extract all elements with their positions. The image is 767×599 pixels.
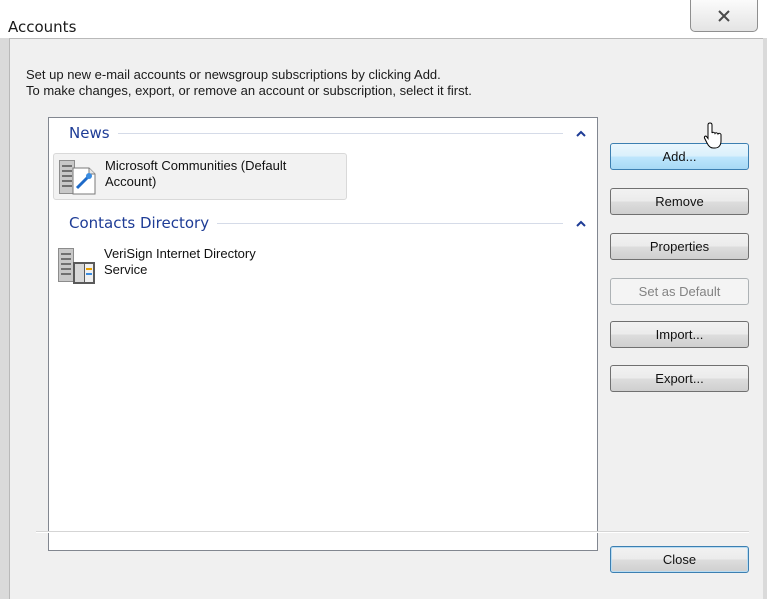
accounts-dialog: Accounts Set up new e-mail accounts or n… (0, 0, 767, 599)
label-line-1: Microsoft Communities (Default (105, 158, 287, 173)
instructions-line-2: To make changes, export, or remove an ac… (26, 83, 472, 98)
list-item-label: Microsoft Communities (Default Account) (105, 158, 286, 190)
directory-service-icon (58, 248, 95, 284)
list-item-verisign-directory[interactable]: VeriSign Internet Directory Service (53, 242, 347, 289)
chevron-up-icon[interactable] (573, 125, 589, 141)
set-as-default-button[interactable]: Set as Default (610, 278, 749, 305)
instructions-text: Set up new e-mail accounts or newsgroup … (26, 67, 472, 99)
group-header-news[interactable]: News (69, 123, 589, 143)
group-title-news: News (69, 124, 110, 142)
label-line-2: Account) (105, 174, 157, 189)
export-button[interactable]: Export... (610, 365, 749, 392)
list-item-label: VeriSign Internet Directory Service (104, 246, 256, 278)
window-title: Accounts (8, 18, 77, 36)
footer-separator (36, 531, 749, 533)
group-divider (117, 132, 563, 134)
chevron-up-icon[interactable] (573, 215, 589, 231)
window-frame-right (763, 38, 767, 599)
accounts-list[interactable]: News Microsoft Communities (Default Acco… (48, 117, 598, 551)
close-button[interactable]: Close (610, 546, 749, 573)
list-item-microsoft-communities[interactable]: Microsoft Communities (Default Account) (53, 153, 347, 200)
group-title-contacts-directory: Contacts Directory (69, 214, 210, 232)
import-button[interactable]: Import... (610, 321, 749, 348)
instructions-line-1: Set up new e-mail accounts or newsgroup … (26, 67, 441, 82)
label-line-2: Service (104, 262, 148, 277)
window-close-button[interactable] (690, 0, 758, 32)
properties-button[interactable]: Properties (610, 233, 749, 260)
label-line-1: VeriSign Internet Directory (104, 246, 256, 261)
group-header-contacts-directory[interactable]: Contacts Directory (69, 213, 589, 233)
add-button[interactable]: Add... (610, 143, 749, 170)
dialog-client-area: Set up new e-mail accounts or newsgroup … (10, 39, 763, 599)
group-divider (217, 222, 563, 224)
hand-cursor-icon (703, 122, 722, 149)
close-icon (718, 9, 730, 22)
news-server-icon (59, 160, 96, 195)
remove-button[interactable]: Remove (610, 188, 749, 215)
